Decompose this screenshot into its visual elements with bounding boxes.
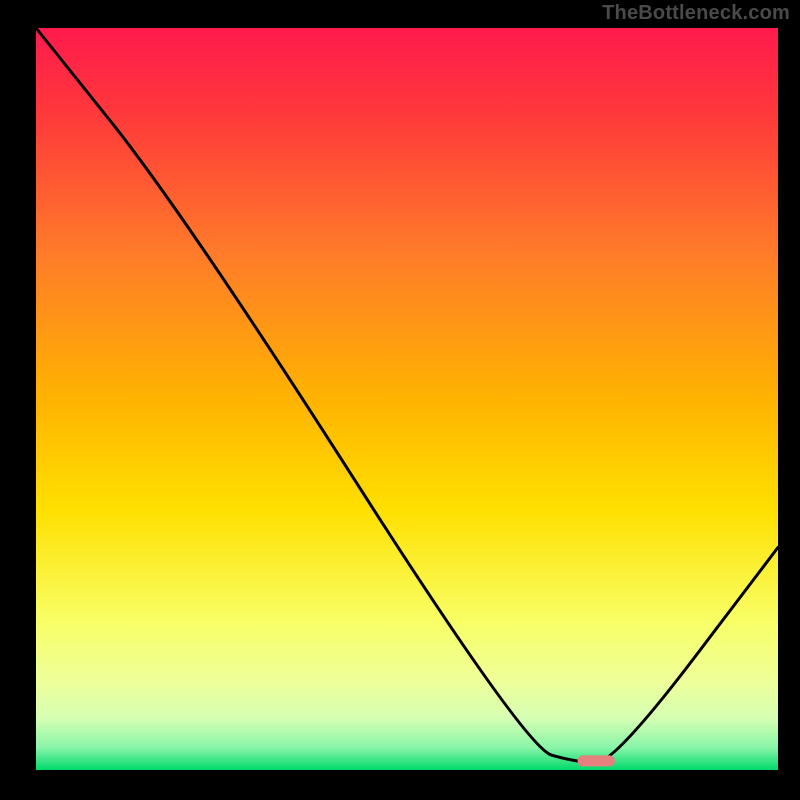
- optimal-range-marker: [578, 755, 615, 766]
- plot-background: [36, 28, 778, 770]
- bottleneck-chart: [0, 0, 800, 800]
- chart-stage: TheBottleneck.com: [0, 0, 800, 800]
